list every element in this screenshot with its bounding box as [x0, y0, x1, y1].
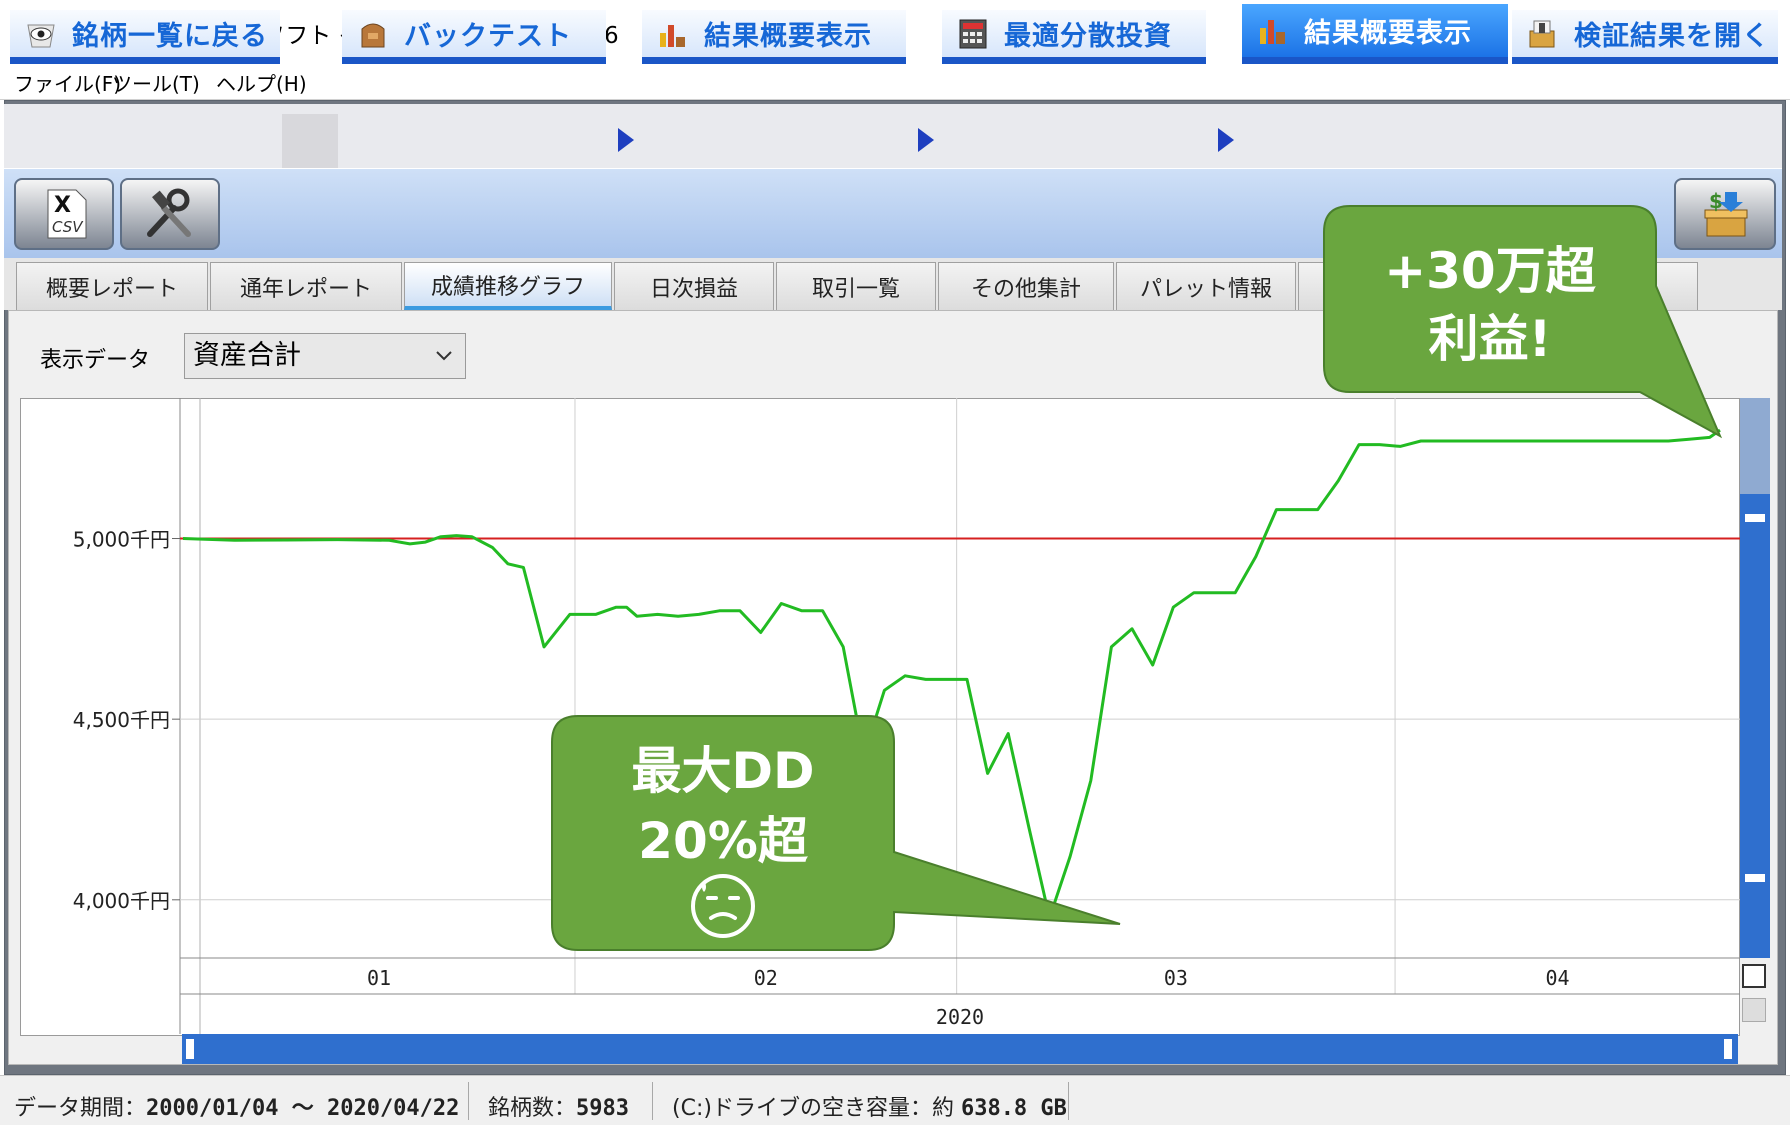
- toolbar: [4, 168, 1782, 258]
- vertical-scroll-track-top: [1740, 398, 1770, 494]
- status-period-value: 2000/01/04 〜 2020/04/22: [146, 1096, 460, 1121]
- money-chest-icon: $: [1704, 189, 1748, 237]
- workflow-tab-open-results[interactable]: 検証結果を開く: [1512, 10, 1778, 64]
- status-drive-space: (C:)ドライブの空き容量：約 638.8 GB: [672, 1090, 1067, 1122]
- workflow-tab-label: 結果概要表示: [704, 21, 872, 52]
- workflow-arrow-2: [912, 120, 940, 160]
- x-month-label: 01: [367, 966, 391, 990]
- workflow-tab-summary-2[interactable]: 結果概要表示: [1242, 4, 1508, 64]
- display-data-value: 資産合計: [193, 340, 301, 371]
- menu-bar: ファイル(F) ツール(T) ヘルプ(H): [0, 62, 1790, 100]
- workflow-arrow-1: [612, 120, 640, 160]
- status-drive-value: 638.8 GB: [960, 1096, 1067, 1121]
- workflow-spacer: [282, 114, 338, 168]
- workflow-tab-summary-1[interactable]: 結果概要表示: [642, 10, 906, 64]
- tab-annual-report[interactable]: 通年レポート: [210, 262, 402, 310]
- vertical-scroll-handle-top[interactable]: [1743, 512, 1767, 524]
- x-month-label: 02: [754, 966, 778, 990]
- horizontal-scroll-handle-right[interactable]: [1722, 1037, 1734, 1061]
- csv-export-button[interactable]: X CSV: [14, 178, 114, 250]
- workflow-tab-backtest[interactable]: バックテスト: [342, 10, 606, 64]
- bar-chart-icon: [660, 24, 685, 47]
- bar-chart-icon: [1260, 19, 1285, 44]
- csv-export-icon: X CSV: [47, 189, 87, 239]
- status-divider: [1068, 1082, 1069, 1120]
- workflow-tab-label: 検証結果を開く: [1574, 21, 1770, 52]
- menu-tools[interactable]: ツール(T): [112, 68, 200, 97]
- tab-summary-report[interactable]: 概要レポート: [16, 262, 208, 310]
- workflow-tab-back-to-list[interactable]: 銘柄一覧に戻る: [10, 10, 280, 64]
- status-drive-label: (C:)ドライブの空き容量：約: [672, 1096, 954, 1121]
- status-period: データ期間：2000/01/04 〜 2020/04/22: [14, 1090, 459, 1122]
- workflow-arrow-3: [1212, 120, 1240, 160]
- open-results-icon: [1529, 20, 1555, 47]
- x-month-label: 03: [1164, 966, 1188, 990]
- display-data-label: 表示データ: [40, 348, 151, 373]
- tab-other-stats[interactable]: その他集計: [938, 262, 1114, 310]
- svg-text:$: $: [1709, 189, 1723, 213]
- display-data-select[interactable]: 資産合計: [184, 333, 466, 379]
- tab-palette-info[interactable]: パレット情報: [1116, 262, 1296, 310]
- scroll-corner-box: [1742, 998, 1766, 1022]
- menu-help[interactable]: ヘルプ(H): [216, 68, 307, 97]
- y-tick-label: 5,000千円: [73, 528, 170, 552]
- workflow-tab-optimal-diversification[interactable]: 最適分散投資: [942, 10, 1206, 64]
- tab-hidden[interactable]: [1298, 262, 1698, 310]
- status-stock-count: 銘柄数：5983: [488, 1090, 629, 1122]
- bag-icon: [361, 23, 385, 47]
- x-month-label: 04: [1545, 966, 1569, 990]
- status-count-label: 銘柄数：: [488, 1096, 577, 1121]
- workflow-tab-label: バックテスト: [404, 21, 572, 52]
- horizontal-scroll-handle-left[interactable]: [184, 1037, 196, 1061]
- tab-trade-list[interactable]: 取引一覧: [776, 262, 936, 310]
- report-tab-bar: 概要レポート 通年レポート 成績推移グラフ 日次損益 取引一覧 その他集計 パレ…: [4, 258, 1782, 310]
- equity-chart: 5,000千円 4,500千円 4,000千円 01 02 03 04 2020: [73, 398, 1740, 1034]
- tools-icon: [147, 188, 191, 237]
- y-tick-label: 4,500千円: [73, 708, 170, 732]
- tab-performance-graph[interactable]: 成績推移グラフ: [404, 262, 612, 310]
- status-bar: データ期間：2000/01/04 〜 2020/04/22 銘柄数：5983 (…: [0, 1075, 1790, 1125]
- tools-button[interactable]: [120, 178, 220, 250]
- status-period-label: データ期間：: [14, 1096, 147, 1121]
- svg-text:X: X: [54, 193, 71, 218]
- vertical-scroll-handle-bottom[interactable]: [1743, 872, 1767, 884]
- status-divider: [468, 1082, 469, 1120]
- eye-icon: [27, 24, 55, 47]
- workflow-tab-label: 最適分散投資: [1004, 21, 1172, 52]
- scroll-corner-checkbox[interactable]: [1742, 964, 1766, 988]
- workflow-tab-label: 結果概要表示: [1304, 18, 1472, 49]
- money-chest-button[interactable]: $: [1674, 178, 1776, 250]
- tab-daily-pnl[interactable]: 日次損益: [614, 262, 774, 310]
- workflow-bar: [4, 104, 1782, 168]
- status-count-value: 5983: [576, 1096, 629, 1121]
- x-year-label: 2020: [936, 1005, 984, 1029]
- status-divider: [652, 1082, 653, 1120]
- y-tick-label: 4,000千円: [73, 889, 170, 913]
- chevron-down-icon: [436, 351, 452, 361]
- menu-file[interactable]: ファイル(F): [14, 68, 121, 97]
- csv-icon-text: CSV: [52, 218, 84, 236]
- equity-series-line: [182, 428, 1721, 920]
- workflow-tab-label: 銘柄一覧に戻る: [72, 21, 268, 52]
- horizontal-scrollbar[interactable]: [182, 1034, 1738, 1064]
- calculator-icon: [959, 19, 987, 48]
- vertical-scrollbar[interactable]: [1740, 398, 1770, 958]
